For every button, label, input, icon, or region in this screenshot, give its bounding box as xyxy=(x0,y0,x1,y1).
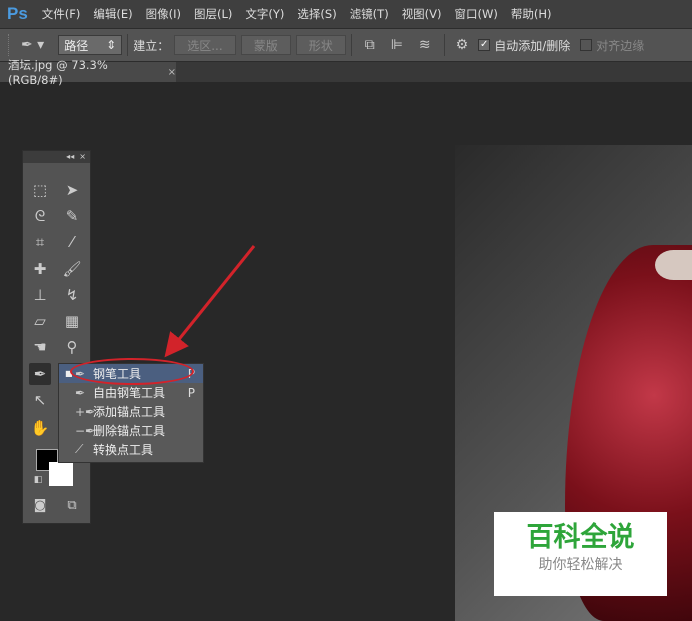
annotation-arrow xyxy=(164,245,256,358)
arrow-line xyxy=(164,245,256,358)
